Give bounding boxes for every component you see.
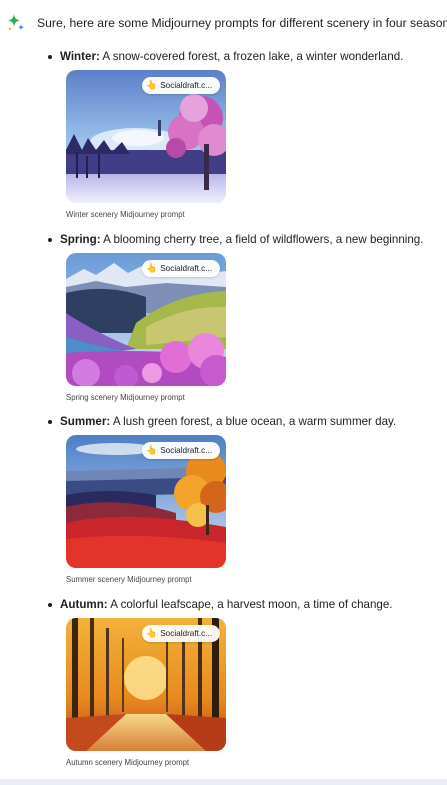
source-chip[interactable]: 👆 Socialdraft.c... — [142, 77, 220, 94]
item-label: Summer: — [60, 415, 111, 428]
item-text: A colorful leafscape, a harvest moon, a … — [110, 598, 393, 611]
source-chip[interactable]: 👆 Socialdraft.c... — [142, 260, 220, 277]
source-chip[interactable]: 👆 Socialdraft.c... — [142, 625, 220, 642]
bullet-dot — [48, 603, 52, 607]
image-caption: Winter scenery Midjourney prompt — [66, 210, 185, 219]
list-item-summer: Summer: A lush green forest, a blue ocea… — [48, 414, 443, 584]
item-text: A snow-covered forest, a frozen lake, a … — [102, 50, 404, 63]
summer-image[interactable]: 👆 Socialdraft.c... — [66, 435, 226, 568]
hand-icon: 👆 — [146, 80, 158, 90]
image-caption: Autumn scenery Midjourney prompt — [66, 758, 190, 767]
item-label: Autumn: — [60, 598, 108, 611]
bullet-line: Summer: A lush green forest, a blue ocea… — [48, 414, 443, 429]
bullet-dot — [48, 55, 52, 59]
item-text: A lush green forest, a blue ocean, a war… — [112, 415, 397, 428]
autumn-image[interactable]: 👆 Socialdraft.c... — [66, 618, 226, 751]
hand-icon: 👆 — [146, 628, 158, 638]
response-intro: Sure, here are some Midjourney prompts f… — [37, 16, 447, 30]
bullet-dot — [48, 420, 52, 424]
chat-response: Sure, here are some Midjourney prompts f… — [0, 0, 447, 785]
winter-image[interactable]: 👆 Socialdraft.c... — [66, 70, 226, 203]
item-label: Spring: — [60, 233, 101, 246]
hand-icon: 👆 — [146, 445, 158, 455]
list-item-autumn: Autumn: A colorful leafscape, a harvest … — [48, 597, 443, 767]
bullet-line: Winter: A snow-covered forest, a frozen … — [48, 49, 443, 64]
bullet-dot — [48, 238, 52, 242]
item-text: A blooming cherry tree, a field of wildf… — [103, 233, 424, 246]
bullet-line: Autumn: A colorful leafscape, a harvest … — [48, 597, 443, 612]
hand-icon: 👆 — [146, 263, 158, 273]
source-chip[interactable]: 👆 Socialdraft.c... — [142, 442, 220, 459]
list-item-winter: Winter: A snow-covered forest, a frozen … — [48, 49, 443, 219]
image-caption: Spring scenery Midjourney prompt — [66, 393, 185, 402]
list-item-spring: Spring: A blooming cherry tree, a field … — [48, 232, 443, 402]
image-caption: Summer scenery Midjourney prompt — [66, 575, 192, 584]
spring-image[interactable]: 👆 Socialdraft.c... — [66, 253, 226, 386]
bullet-line: Spring: A blooming cherry tree, a field … — [48, 232, 443, 247]
item-label: Winter: — [60, 50, 100, 63]
bottom-bar — [0, 779, 447, 785]
gemini-sparkle-icon — [8, 14, 24, 31]
